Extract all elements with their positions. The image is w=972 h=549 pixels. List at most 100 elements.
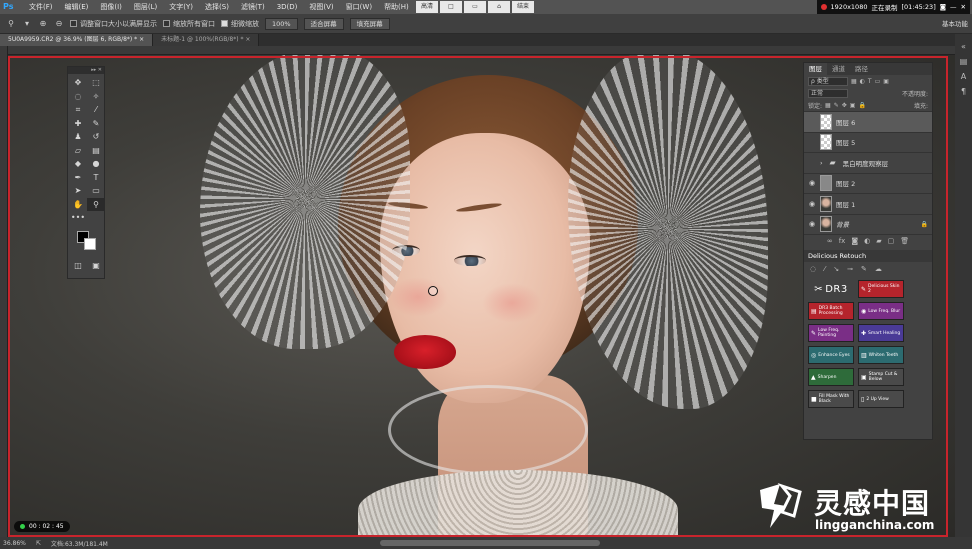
eye-icon[interactable]: ◉: [808, 200, 816, 208]
mask-icon[interactable]: ◙: [851, 237, 858, 245]
vertical-ruler[interactable]: [0, 46, 8, 537]
hd-button[interactable]: 高清: [416, 1, 438, 13]
filter-type-icon[interactable]: T: [868, 78, 872, 85]
hand-tool-icon[interactable]: ✋: [69, 198, 87, 212]
brush-icon[interactable]: ⁄: [824, 265, 825, 273]
menu-3d[interactable]: 3D(D): [271, 3, 304, 11]
visibility-toggle[interactable]: [808, 159, 816, 167]
resize-window-checkbox[interactable]: [70, 20, 77, 27]
tab-close-icon[interactable]: ×: [139, 36, 144, 43]
visibility-toggle[interactable]: [808, 138, 816, 146]
collapse-icon[interactable]: «: [961, 42, 966, 51]
eraser-icon[interactable]: ▱: [69, 144, 87, 158]
zoom-all-checkbox[interactable]: [163, 20, 170, 27]
layer-row[interactable]: 图层 5: [804, 131, 932, 153]
healing-brush-icon[interactable]: ✚: [69, 117, 87, 131]
lock-artboard-icon[interactable]: ▣: [850, 102, 856, 109]
stamp-cut-button[interactable]: ▣ Stamp Cut & Below: [858, 368, 904, 386]
menu-file[interactable]: 文件(F): [23, 2, 59, 12]
lock-paint-icon[interactable]: ✎: [834, 102, 839, 109]
more-tools-icon[interactable]: •••: [69, 211, 87, 225]
adjustment-icon[interactable]: ◐: [864, 237, 870, 245]
smart-healing-button[interactable]: ✚ Smart Healing: [858, 324, 904, 342]
eye-icon[interactable]: ◉: [808, 220, 816, 228]
filter-pixel-icon[interactable]: ▦: [851, 78, 857, 85]
zoom-tool-icon[interactable]: ⚲: [87, 197, 105, 211]
character-icon[interactable]: A: [961, 72, 966, 81]
marquee-tool-icon[interactable]: ⬚: [87, 76, 105, 90]
layer-name[interactable]: 图层 6: [836, 117, 855, 127]
lasso-icon[interactable]: ◌: [810, 265, 816, 273]
new-layer-icon[interactable]: ▢: [888, 237, 895, 245]
layer-name[interactable]: 背景: [836, 219, 849, 229]
screen-mode-icon[interactable]: ▣: [87, 259, 105, 273]
close-icon[interactable]: ✕: [961, 3, 966, 11]
lock-all-icon[interactable]: 🔒: [858, 102, 865, 109]
layer-group-row[interactable]: › ▰ 黑白明度观察层: [804, 152, 932, 173]
delicious-skin-button[interactable]: ✎ Delicious Skin 2: [858, 280, 904, 298]
zoom-level[interactable]: 36.86%: [3, 540, 26, 547]
color-swatches[interactable]: [68, 229, 104, 257]
trash-icon[interactable]: 🗑: [900, 237, 909, 245]
filter-shape-icon[interactable]: ▭: [875, 78, 881, 85]
zoom-100-button[interactable]: 100%: [265, 17, 298, 30]
type-tool-icon[interactable]: T: [87, 171, 105, 185]
menu-help[interactable]: 帮助(H): [378, 2, 415, 12]
whiten-teeth-button[interactable]: ▥ Whiten Teeth: [858, 346, 904, 364]
quick-mask-icon[interactable]: ◫: [69, 259, 87, 273]
menu-type[interactable]: 文字(Y): [163, 2, 199, 12]
tab-layers[interactable]: 图层: [804, 63, 827, 75]
chevron-down-icon[interactable]: ▾: [22, 19, 32, 29]
share-icon[interactable]: ⇱: [36, 540, 41, 547]
layer-name[interactable]: 黑白明度观察层: [843, 158, 889, 168]
gradient-tool-icon[interactable]: ▤: [87, 144, 105, 158]
horizontal-ruler[interactable]: [8, 46, 955, 55]
lock-move-icon[interactable]: ✥: [842, 102, 847, 109]
fit-screen-button[interactable]: 适合屏幕: [303, 17, 344, 30]
enhance-eyes-button[interactable]: ◎ Enhance Eyes: [808, 346, 854, 364]
pin-icon[interactable]: ⊸: [847, 265, 853, 273]
scrubby-zoom-option[interactable]: 细微缩放: [221, 19, 259, 29]
window-button[interactable]: ▭: [464, 1, 486, 13]
filter-adjust-icon[interactable]: ◐: [860, 78, 865, 85]
history-brush-icon[interactable]: ↺: [87, 130, 105, 144]
shape-tool-icon[interactable]: ▭: [87, 184, 105, 198]
crop-tool-icon[interactable]: ⌗: [69, 103, 87, 117]
end-button[interactable]: 结束: [512, 1, 534, 13]
two-up-view-button[interactable]: ▯ 2 Up View: [858, 390, 904, 408]
fx-icon[interactable]: fx: [839, 237, 846, 245]
move-tool-icon[interactable]: ✥: [69, 76, 87, 90]
minimize-icon[interactable]: —: [950, 3, 957, 11]
menu-view[interactable]: 视图(V): [303, 2, 339, 12]
menu-layer[interactable]: 图层(L): [128, 2, 163, 12]
home-icon[interactable]: ⌂: [488, 1, 510, 13]
path-select-icon[interactable]: ➤: [69, 184, 87, 198]
layer-row[interactable]: 图层 6: [804, 111, 932, 132]
layer-row[interactable]: ◉ 图层 2: [804, 172, 932, 194]
zoom-all-option[interactable]: 缩放所有窗口: [163, 19, 215, 29]
eye-icon[interactable]: ◉: [808, 179, 816, 187]
tab-document-2[interactable]: 未标题-1 @ 100%(RGB/8*) * ×: [153, 34, 260, 46]
eyedropper-icon[interactable]: ⁄: [87, 103, 105, 117]
cloud-icon[interactable]: ☁: [875, 265, 882, 273]
region-button[interactable]: □: [440, 1, 462, 13]
background-color[interactable]: [84, 237, 96, 250]
lock-pixels-icon[interactable]: ▦: [825, 102, 831, 109]
magic-wand-icon[interactable]: ✧: [87, 90, 105, 104]
resize-window-option[interactable]: 调整窗口大小以满屏显示: [70, 19, 157, 29]
layer-name[interactable]: 图层 5: [836, 137, 855, 147]
chevron-right-icon[interactable]: ›: [820, 159, 823, 167]
sharpen-button[interactable]: ▲ Sharpen: [808, 368, 854, 386]
brush-tool-icon[interactable]: ✎: [87, 117, 105, 131]
blur-tool-icon[interactable]: ◆: [69, 157, 87, 171]
visibility-toggle[interactable]: [808, 118, 816, 126]
fill-mask-button[interactable]: ■ Fill Mask With Black: [808, 390, 854, 408]
tab-channels[interactable]: 通道: [827, 63, 850, 75]
menu-select[interactable]: 选择(S): [199, 2, 235, 12]
tab-paths[interactable]: 路径: [850, 63, 873, 75]
arrow-icon[interactable]: ↘: [833, 265, 839, 273]
zoom-out-icon[interactable]: ⊖: [54, 19, 64, 29]
zoom-in-icon[interactable]: ⊕: [38, 19, 48, 29]
zoom-tool-icon[interactable]: ⚲: [6, 19, 16, 29]
dodge-tool-icon[interactable]: ●: [87, 157, 105, 171]
